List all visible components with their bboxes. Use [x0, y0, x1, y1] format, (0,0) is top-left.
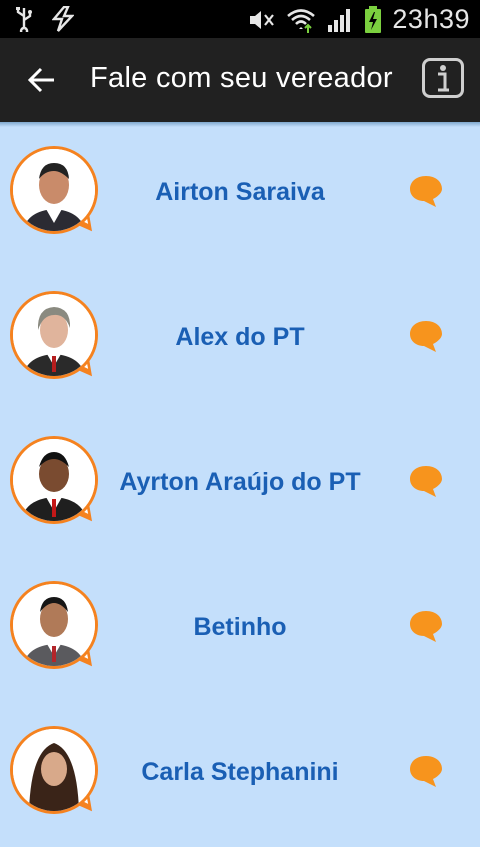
person-photo-icon [13, 149, 95, 231]
battery-icon [365, 5, 382, 33]
list-item[interactable]: Airton Saraiva [0, 122, 480, 267]
list-item[interactable]: Betinho [0, 557, 480, 702]
councilor-name[interactable]: Airton Saraiva [110, 178, 370, 207]
avatar [10, 726, 104, 820]
person-photo-icon [13, 294, 95, 376]
chat-bubble-icon[interactable] [408, 609, 444, 643]
usb-icon [16, 7, 32, 32]
chat-bubble-icon[interactable] [408, 464, 444, 498]
list-item[interactable]: Carla Stephanini [0, 702, 480, 847]
councilor-name[interactable]: Betinho [110, 613, 370, 642]
person-photo-icon [13, 584, 95, 666]
arrow-left-icon[interactable] [24, 62, 60, 98]
avatar [10, 581, 104, 675]
list-item[interactable]: Alex do PT [0, 267, 480, 412]
avatar [10, 436, 104, 530]
signal-icon [328, 8, 351, 32]
flash-icon [52, 6, 74, 32]
chat-bubble-icon[interactable] [408, 174, 444, 208]
status-time: 23h39 [392, 4, 470, 34]
info-icon [438, 65, 449, 92]
wifi-icon [287, 8, 316, 33]
app-bar: Fale com seu vereador [0, 38, 480, 122]
councilor-name[interactable]: Carla Stephanini [110, 758, 370, 787]
chat-bubble-icon[interactable] [408, 319, 444, 353]
avatar [10, 291, 104, 385]
avatar [10, 146, 104, 240]
chat-bubble-icon[interactable] [408, 754, 444, 788]
page-title: Fale com seu vereador [90, 62, 393, 94]
person-photo-icon [13, 439, 95, 521]
info-button[interactable] [422, 58, 464, 98]
status-bar: 23h39 [0, 0, 480, 38]
list-item[interactable]: Ayrton Araújo do PT [0, 412, 480, 557]
mute-icon [250, 10, 275, 29]
person-photo-icon [13, 729, 95, 811]
councilor-name[interactable]: Alex do PT [110, 323, 370, 352]
councilor-name[interactable]: Ayrton Araújo do PT [110, 468, 370, 497]
